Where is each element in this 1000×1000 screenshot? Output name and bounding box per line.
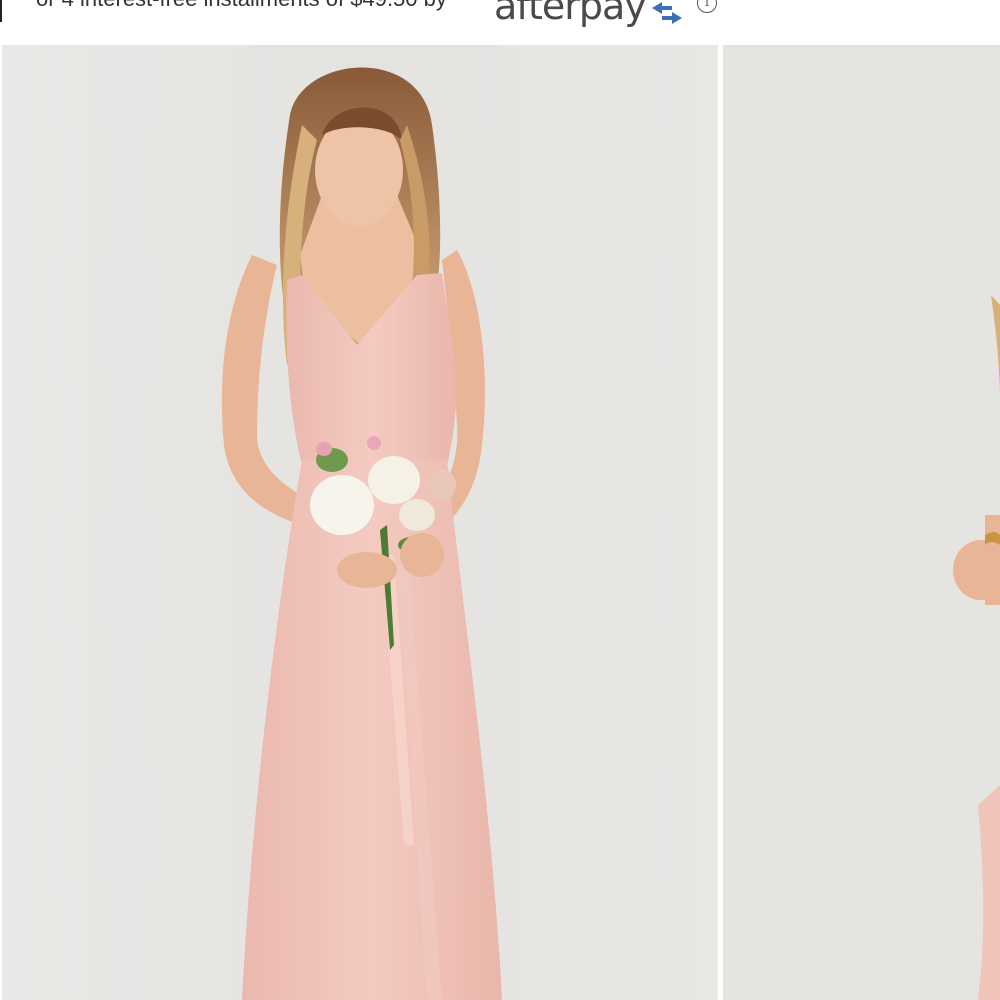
divider <box>0 0 2 22</box>
installments-bar: or 4 interest-free installments of $49.5… <box>0 0 1000 44</box>
info-icon[interactable]: i <box>697 0 717 13</box>
dress-photo-icon <box>2 45 718 1000</box>
product-gallery[interactable] <box>0 45 1000 1000</box>
afterpay-logo[interactable]: afterpay <box>494 0 686 28</box>
installments-text: or 4 interest-free installments of $49.5… <box>36 0 447 12</box>
product-photo-front[interactable] <box>2 45 718 1000</box>
dress-photo-icon <box>723 45 1000 1000</box>
afterpay-wordmark: afterpay <box>494 0 647 28</box>
afterpay-arrows-icon <box>651 2 682 24</box>
product-photo-side[interactable] <box>723 45 1000 1000</box>
installments-label: or 4 interest-free installments of $49.5… <box>36 0 447 11</box>
